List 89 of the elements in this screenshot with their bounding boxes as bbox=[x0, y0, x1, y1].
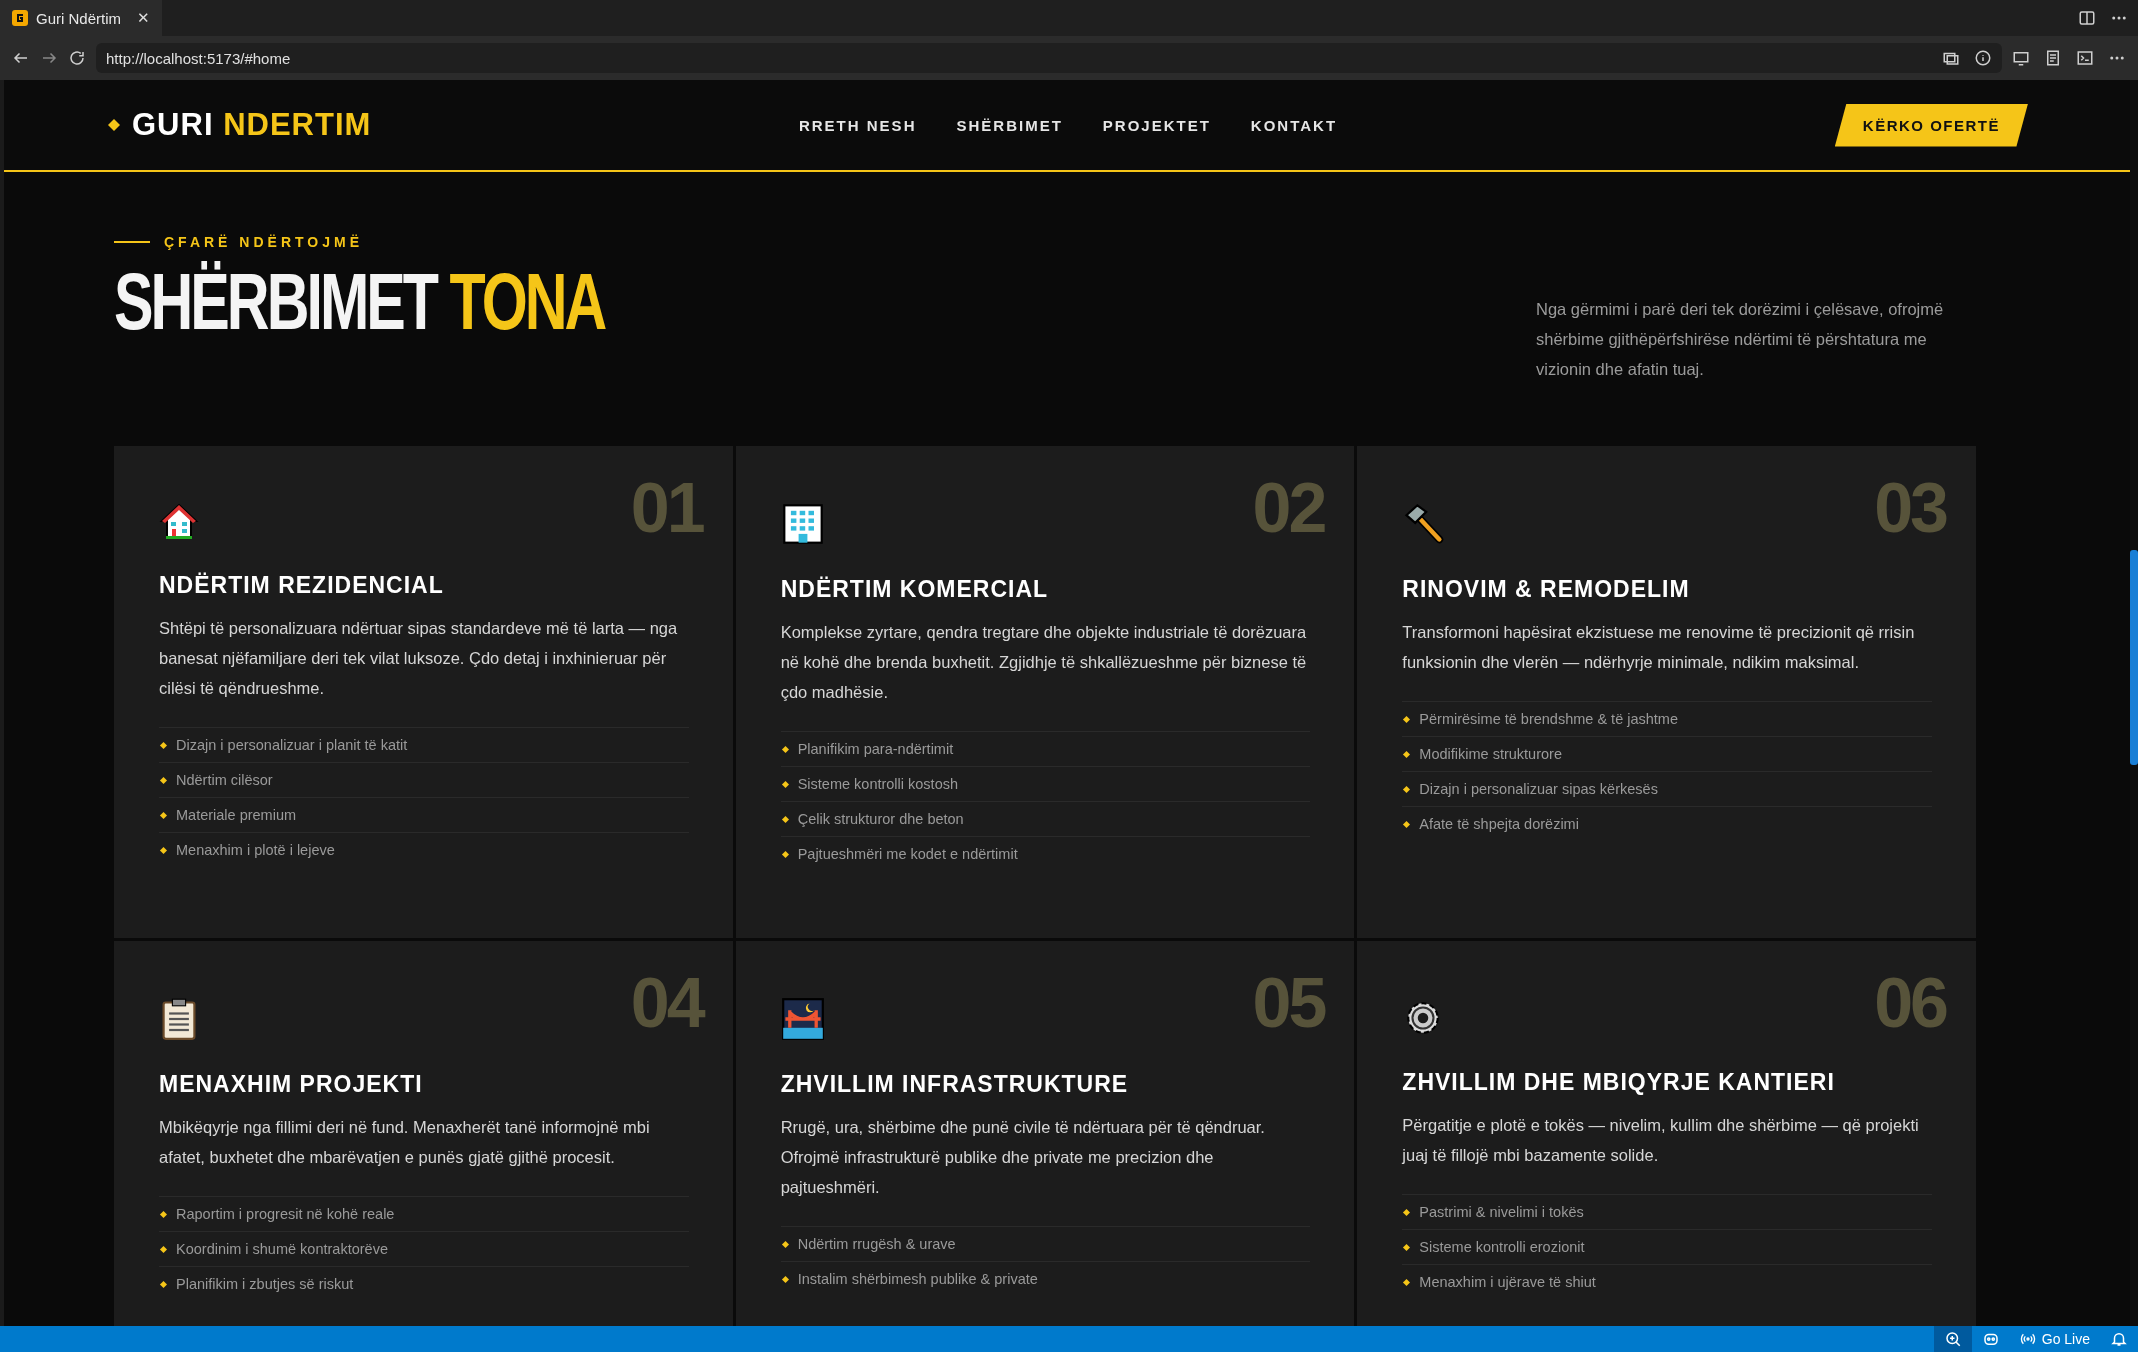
card-title: ZHVILLIM DHE MBIQYRJE KANTIERI bbox=[1402, 1069, 1836, 1096]
bullet-icon bbox=[1403, 715, 1411, 723]
feature-item: Planifikim i zbutjes së riskut bbox=[176, 1276, 354, 1292]
broadcast-icon bbox=[2019, 1331, 2036, 1347]
card-number: 01 bbox=[630, 468, 703, 548]
document-icon[interactable] bbox=[2044, 49, 2062, 67]
close-tab-button[interactable]: ✕ bbox=[137, 9, 150, 27]
bullet-icon bbox=[159, 1245, 168, 1253]
feature-item: Raportim i progresit në kohë reale bbox=[176, 1206, 395, 1222]
split-view-icon[interactable] bbox=[2078, 9, 2096, 27]
zoom-status-item[interactable] bbox=[1933, 1326, 1972, 1352]
card-description: Komplekse zyrtare, qendra tregtare dhe objekte industriale të dorëzuara në kohë dhe brenda buxhetit. Zgjidhje të shkallëzueshme për biznese të çdo madhësie. bbox=[780, 622, 1308, 703]
bell-icon bbox=[2110, 1330, 2128, 1348]
tab-title: Guri Ndërtim bbox=[36, 9, 121, 27]
bullet-icon bbox=[781, 850, 789, 858]
url-text: http://localhost:5173/#home bbox=[106, 49, 291, 67]
bullet-icon bbox=[781, 745, 789, 753]
bullet-icon bbox=[159, 1210, 168, 1218]
feature-item: Ndërtim cilësor bbox=[176, 772, 273, 788]
feature-item: Modifikime strukturore bbox=[1419, 746, 1562, 762]
feature-item: Afate të shpejta dorëzimi bbox=[1419, 816, 1579, 832]
bullet-icon bbox=[1403, 750, 1411, 758]
browser-tab[interactable]: Guri Ndërtim ✕ bbox=[0, 0, 162, 36]
bridge-icon bbox=[780, 997, 825, 1041]
bullet-icon bbox=[159, 811, 168, 819]
bullet-icon bbox=[1403, 1243, 1411, 1251]
card-number: 02 bbox=[1252, 468, 1325, 548]
bullet-icon bbox=[159, 1280, 168, 1288]
bullet-icon bbox=[781, 1240, 789, 1248]
card-number: 05 bbox=[1252, 963, 1325, 1043]
feature-item: Përmirësime të brendshme & të jashtme bbox=[1419, 711, 1678, 727]
address-bar[interactable]: http://localhost:5173/#home bbox=[96, 43, 2002, 73]
bullet-icon bbox=[1403, 820, 1411, 828]
feature-item: Menaxhim i plotë i lejeve bbox=[176, 842, 335, 858]
card-number: 03 bbox=[1874, 468, 1946, 548]
info-icon[interactable] bbox=[1974, 49, 1992, 67]
feature-item: Pastrimi & nivelimi i tokës bbox=[1419, 1204, 1584, 1220]
card-description: Mbikëqyrje nga fillimi deri në fund. Menaxherët tanë informojnë mbi afatet, buxhetet dhe mbarëvatjen e punës gjatë gjithë procesit. bbox=[159, 1117, 651, 1168]
card-title: ZHVILLIM INFRASTRUKTURE bbox=[780, 1071, 1130, 1098]
card-number: 04 bbox=[630, 963, 703, 1043]
favicon-icon bbox=[12, 10, 28, 26]
bullet-icon bbox=[159, 741, 168, 749]
card-description: Shtëpi të personalizuara ndërtuar sipas standardeve më të larta — nga banesat njëfamiljare deri tek vilat luksoze. Çdo detaj i inxhinieruar për cilësi të qëndrueshme. bbox=[159, 618, 679, 699]
card-description: Transformoni hapësirat ekzistuese me renovime të precizionit që rrisin funksionin dhe vlerën — ndërhyrje minimale, ndikim maksimal. bbox=[1402, 622, 1916, 673]
nav-link[interactable]: PROJEKTET bbox=[1102, 116, 1211, 134]
section-intro: Nga gërmimi i parë deri tek dorëzimi i çelësave, ofrojmë shërbime gjithëpërfshirëse ndërtimi të përshtatura me vizionin dhe afatin tuaj. bbox=[1536, 299, 1945, 380]
nav-link[interactable]: SHËRBIMET bbox=[956, 116, 1063, 134]
feature-item: Çelik strukturor dhe beton bbox=[797, 811, 964, 827]
card-title: NDËRTIM KOMERCIAL bbox=[780, 576, 1050, 603]
zoom-in-icon bbox=[1943, 1330, 1962, 1348]
bullet-icon bbox=[781, 815, 789, 823]
card-description: Rrugë, ura, shërbime dhe punë civile të ndërtuara për të qëndruar. Ofrojmë infrastrukturë publike dhe private me precizion dhe pajtueshmëri. bbox=[780, 1117, 1266, 1198]
feature-item: Menaxhim i ujërave të shiut bbox=[1419, 1274, 1596, 1290]
nav-link[interactable]: KONTAKT bbox=[1250, 116, 1338, 134]
feature-item: Sisteme kontrolli erozionit bbox=[1419, 1239, 1585, 1255]
card-title: RINOVIM & REMODELIM bbox=[1402, 576, 1691, 603]
feature-item: Ndërtim rrugësh & urave bbox=[797, 1236, 956, 1252]
nav-link[interactable]: RRETH NESH bbox=[798, 116, 917, 134]
section-title: SHËRBIMET TONA bbox=[114, 262, 605, 342]
card-title: NDËRTIM REZIDENCIAL bbox=[159, 572, 445, 599]
bullet-icon bbox=[159, 776, 168, 784]
card-title: MENAXHIM PROJEKTI bbox=[159, 1071, 424, 1098]
feature-item: Materiale premium bbox=[176, 807, 297, 823]
feature-item: Dizajn i personalizuar sipas kërkesës bbox=[1419, 781, 1658, 797]
feature-item: Planifikim para-ndërtimit bbox=[797, 741, 954, 757]
house-icon bbox=[159, 502, 199, 542]
quote-button[interactable]: KËRKO OFERTË bbox=[1834, 103, 2028, 147]
go-live-button[interactable]: Go Live bbox=[2009, 1326, 2100, 1352]
feature-item: Dizajn i personalizuar i planit të katit bbox=[176, 737, 408, 753]
card-description: Përgatitje e plotë e tokës — nivelim, kullim dhe shërbime — që projekti juaj të fillojë mbi bazamente solide. bbox=[1402, 1115, 1920, 1166]
reload-icon[interactable] bbox=[68, 49, 86, 67]
section-eyebrow: ÇFARË NDËRTOJMË bbox=[164, 234, 363, 250]
feature-item: Koordinim i shumë kontraktorëve bbox=[176, 1241, 388, 1257]
diamond-icon bbox=[108, 119, 120, 131]
office-building-icon bbox=[780, 502, 825, 546]
terminal-icon[interactable] bbox=[2076, 49, 2094, 67]
cast-icon[interactable] bbox=[2012, 49, 2030, 67]
bullet-icon bbox=[1403, 785, 1411, 793]
bullet-icon bbox=[781, 1275, 789, 1283]
bullet-icon bbox=[159, 846, 168, 854]
bullet-icon bbox=[781, 780, 789, 788]
feature-item: Instalim shërbimesh publike & private bbox=[797, 1271, 1038, 1287]
bullet-icon bbox=[1403, 1208, 1411, 1216]
feature-item: Pajtueshmëri me kodet e ndërtimit bbox=[797, 846, 1018, 862]
scrollbar-thumb[interactable] bbox=[2130, 550, 2138, 765]
feature-item: Sisteme kontrolli kostosh bbox=[797, 776, 959, 792]
logo[interactable]: GURI NDERTIM bbox=[108, 107, 799, 143]
bullet-icon bbox=[1403, 1278, 1411, 1286]
card-number: 06 bbox=[1874, 963, 1946, 1043]
